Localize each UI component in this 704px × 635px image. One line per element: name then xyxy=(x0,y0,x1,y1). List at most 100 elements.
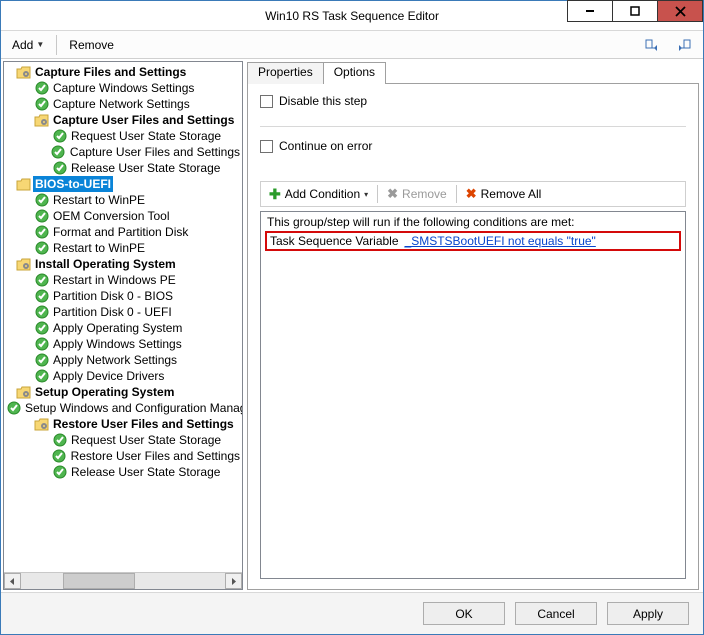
tree-item[interactable]: Request User State Storage xyxy=(6,128,242,144)
tree-item[interactable]: OEM Conversion Tool xyxy=(6,208,242,224)
apply-button[interactable]: Apply xyxy=(607,602,689,625)
tree-item-label: Apply Network Settings xyxy=(51,352,179,368)
check-icon xyxy=(34,193,49,208)
continue-on-error-row: Continue on error xyxy=(260,139,686,153)
window-buttons xyxy=(568,0,703,22)
tree-item[interactable]: Release User State Storage xyxy=(6,160,242,176)
move-up-icon xyxy=(644,37,660,53)
tree-item-label: Apply Windows Settings xyxy=(51,336,184,352)
tree-item-label: Capture User Files and Settings xyxy=(68,144,242,160)
maximize-button[interactable] xyxy=(612,0,658,22)
tree-item[interactable]: Capture Windows Settings xyxy=(6,80,242,96)
minimize-button[interactable] xyxy=(567,0,613,22)
check-icon xyxy=(34,225,49,240)
scroll-thumb[interactable] xyxy=(63,573,135,589)
tree-item[interactable]: Restart to WinPE xyxy=(6,240,242,256)
tree-item[interactable]: Apply Device Drivers xyxy=(6,368,242,384)
tree-item[interactable]: Restore User Files and Settings xyxy=(6,448,242,464)
tree-item[interactable]: Apply Windows Settings xyxy=(6,336,242,352)
move-down-icon xyxy=(676,37,692,53)
tab-options[interactable]: Options xyxy=(323,62,386,84)
tree-item-label: Install Operating System xyxy=(33,256,178,272)
tree-item[interactable]: Apply Operating System xyxy=(6,320,242,336)
condition-value-link[interactable]: _SMSTSBootUEFI not equals "true" xyxy=(405,234,596,248)
remove-button[interactable]: Remove xyxy=(62,35,121,55)
ok-button[interactable]: OK xyxy=(423,602,505,625)
tree-item[interactable]: Setup Operating System xyxy=(6,384,242,400)
separator xyxy=(377,185,378,203)
add-condition-label: Add Condition xyxy=(285,187,360,201)
tree-item[interactable]: Capture User Files and Settings xyxy=(6,144,242,160)
continue-on-error-checkbox[interactable] xyxy=(260,140,273,153)
tree-item[interactable]: Capture User Files and Settings xyxy=(6,112,242,128)
folder-gear-icon xyxy=(16,385,31,400)
task-sequence-tree[interactable]: Capture Files and SettingsCapture Window… xyxy=(4,62,242,572)
tree-item[interactable]: Request User State Storage xyxy=(6,432,242,448)
close-button[interactable] xyxy=(657,0,703,22)
check-icon xyxy=(34,337,49,352)
tree-item[interactable]: Capture Files and Settings xyxy=(6,64,242,80)
folder-icon xyxy=(16,177,31,192)
remove-condition-label: Remove xyxy=(402,187,447,201)
tab-strip: Properties Options xyxy=(247,61,699,83)
tree-item[interactable]: Release User State Storage xyxy=(6,464,242,480)
add-button[interactable]: Add ▼ xyxy=(5,35,51,55)
tree-item[interactable]: Setup Windows and Configuration Manager xyxy=(6,400,242,416)
scroll-track[interactable] xyxy=(21,573,225,589)
check-icon xyxy=(34,369,49,384)
cancel-button[interactable]: Cancel xyxy=(515,602,597,625)
tree-item-label: OEM Conversion Tool xyxy=(51,208,172,224)
tree-item[interactable]: Format and Partition Disk xyxy=(6,224,242,240)
condition-row[interactable]: Task Sequence Variable _SMSTSBootUEFI no… xyxy=(265,231,681,251)
tree-item-label: Partition Disk 0 - BIOS xyxy=(51,288,175,304)
x-icon: ✖ xyxy=(466,186,477,202)
tree-item-label: Restore User Files and Settings xyxy=(51,416,236,432)
remove-condition-button[interactable]: ✖ Remove xyxy=(383,185,451,203)
titlebar: Win10 RS Task Sequence Editor xyxy=(1,1,703,31)
tab-properties[interactable]: Properties xyxy=(247,62,324,84)
check-icon xyxy=(34,241,49,256)
tree-item[interactable]: Restart to WinPE xyxy=(6,192,242,208)
horizontal-scrollbar[interactable] xyxy=(4,572,242,589)
tree-item-label: Apply Operating System xyxy=(51,320,184,336)
move-down-button[interactable] xyxy=(669,34,699,56)
tree-item-label: Format and Partition Disk xyxy=(51,224,190,240)
disable-step-checkbox[interactable] xyxy=(260,95,273,108)
check-icon xyxy=(34,321,49,336)
toolbar: Add ▼ Remove xyxy=(1,31,703,59)
tree-item[interactable]: Partition Disk 0 - UEFI xyxy=(6,304,242,320)
divider xyxy=(260,126,686,127)
check-icon xyxy=(52,465,67,480)
check-icon xyxy=(52,449,67,464)
dropdown-arrow-icon: ▾ xyxy=(364,190,368,199)
tree-item[interactable]: Apply Network Settings xyxy=(6,352,242,368)
x-icon: ✖ xyxy=(387,186,398,202)
condition-toolbar: ✚ Add Condition ▾ ✖ Remove ✖ Remove All xyxy=(260,181,686,207)
tree-item-label: Release User State Storage xyxy=(69,160,222,176)
tree-item[interactable]: Partition Disk 0 - BIOS xyxy=(6,288,242,304)
check-icon xyxy=(34,305,49,320)
conditions-description: This group/step will run if the followin… xyxy=(265,214,681,230)
move-up-button[interactable] xyxy=(637,34,667,56)
disable-step-row: Disable this step xyxy=(260,94,686,108)
tree-item-label: Capture Windows Settings xyxy=(51,80,196,96)
scroll-right-button[interactable] xyxy=(225,573,242,589)
tree-item-label: Setup Windows and Configuration Manager xyxy=(23,400,242,416)
tree-item-label: Request User State Storage xyxy=(69,128,223,144)
tree-item[interactable]: Restore User Files and Settings xyxy=(6,416,242,432)
remove-all-button[interactable]: ✖ Remove All xyxy=(462,185,546,203)
tree-item[interactable]: Restart in Windows PE xyxy=(6,272,242,288)
conditions-list[interactable]: This group/step will run if the followin… xyxy=(260,211,686,579)
check-icon xyxy=(52,433,67,448)
scroll-left-button[interactable] xyxy=(4,573,21,589)
tree-item[interactable]: Install Operating System xyxy=(6,256,242,272)
tree-item-label: Setup Operating System xyxy=(33,384,176,400)
folder-gear-icon xyxy=(34,113,49,128)
check-icon xyxy=(34,209,49,224)
add-condition-button[interactable]: ✚ Add Condition ▾ xyxy=(265,186,372,202)
tree-item[interactable]: Capture Network Settings xyxy=(6,96,242,112)
tree-item[interactable]: BIOS-to-UEFI xyxy=(6,176,242,192)
options-tab-panel: Disable this step Continue on error ✚ Ad… xyxy=(247,83,699,590)
tree-item-label: Restart to WinPE xyxy=(51,240,147,256)
tree-item-label: BIOS-to-UEFI xyxy=(33,176,113,192)
